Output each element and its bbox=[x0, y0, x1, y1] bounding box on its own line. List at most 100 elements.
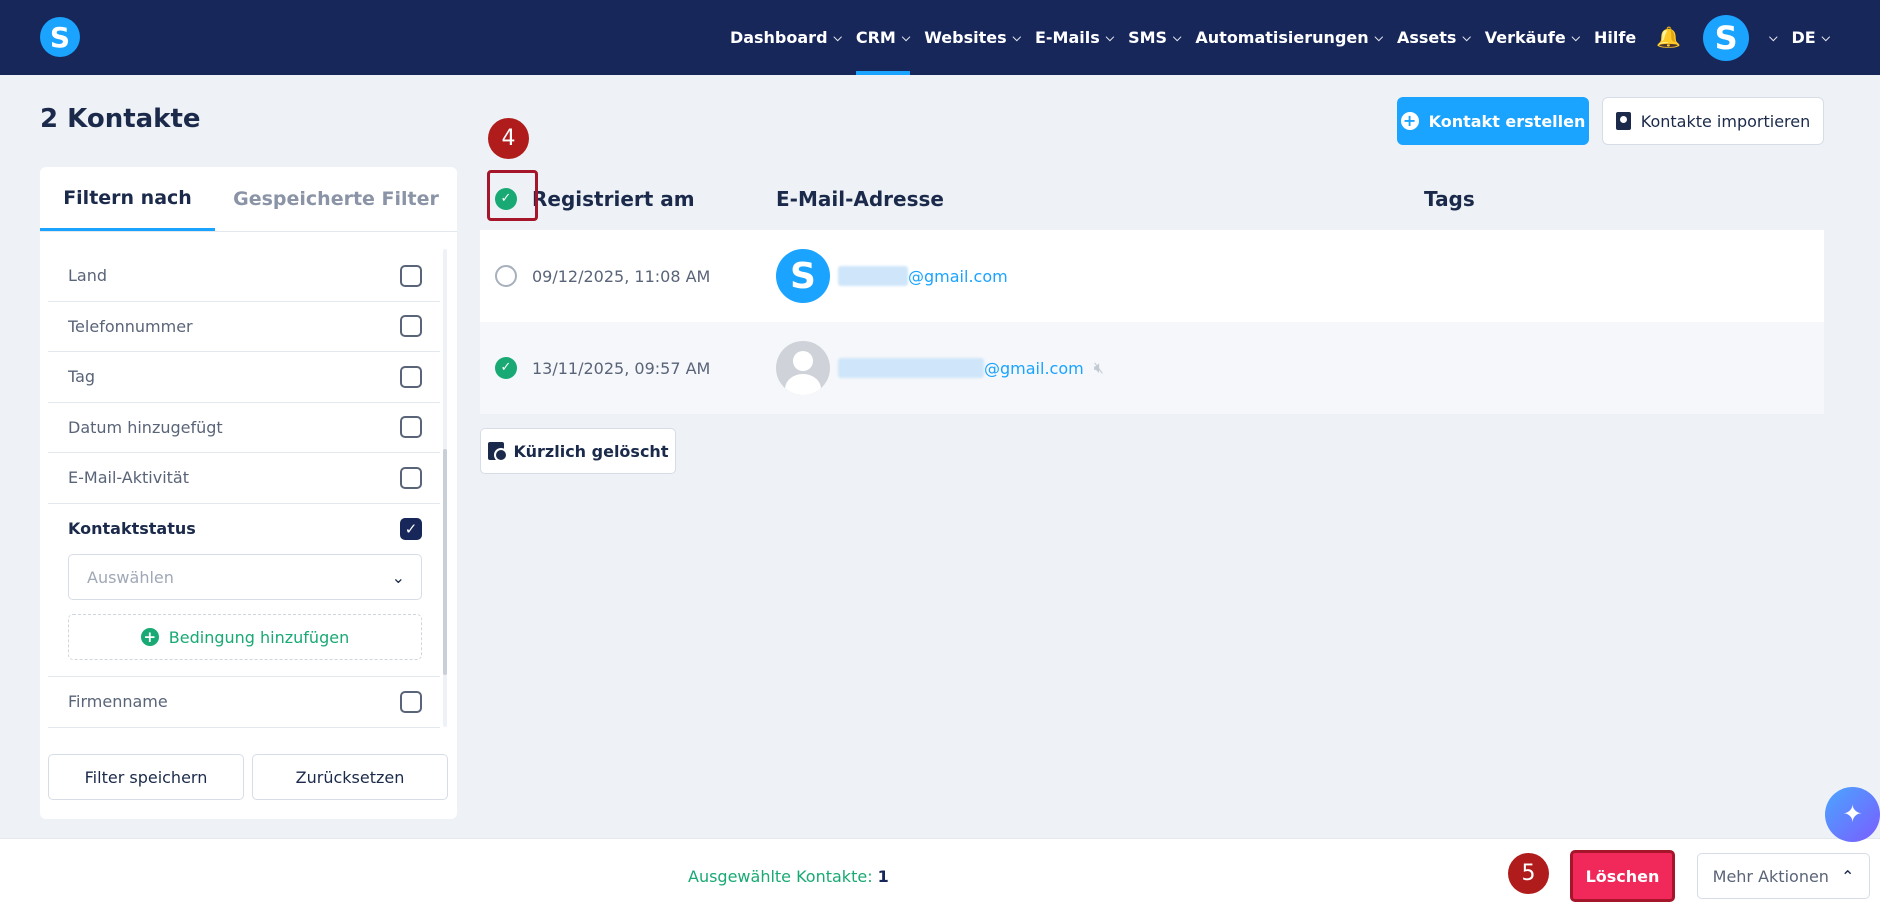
import-contacts-button[interactable]: Kontakte importieren bbox=[1602, 97, 1824, 145]
chevron-down-icon: ⌵ bbox=[1571, 30, 1581, 44]
row-select[interactable]: ✓ bbox=[480, 357, 532, 379]
selected-count: 1 bbox=[877, 867, 889, 886]
avatar-menu[interactable]: ⌵ bbox=[1763, 0, 1777, 75]
plus-circle-icon: + bbox=[1400, 112, 1419, 130]
chevron-down-icon: ⌵ bbox=[1462, 30, 1471, 44]
step-badge-5: 5 bbox=[1508, 853, 1549, 894]
muted-icon: 🔇︎ bbox=[1093, 358, 1104, 377]
checkbox[interactable] bbox=[400, 416, 422, 439]
add-condition-button[interactable]: + Bedingung hinzufügen bbox=[68, 614, 422, 660]
nav-label: Hilfe bbox=[1594, 28, 1637, 47]
contact-avatar: S bbox=[776, 249, 830, 303]
chevron-down-icon: ⌵ bbox=[1012, 30, 1021, 44]
redacted-email bbox=[838, 358, 984, 378]
nav-help[interactable]: Hilfe bbox=[1594, 0, 1636, 75]
status-select[interactable]: Auswählen ⌄ bbox=[68, 554, 422, 600]
nav-label: Dashboard bbox=[729, 28, 828, 47]
add-condition-label: Bedingung hinzufügen bbox=[168, 627, 350, 647]
nav-websites[interactable]: Websites ⌵ bbox=[924, 0, 1021, 75]
tab-saved-filters[interactable]: Gespeicherte Filter bbox=[215, 167, 457, 231]
delete-button[interactable]: Löschen bbox=[1570, 850, 1675, 902]
more-actions-label: Mehr Aktionen bbox=[1712, 866, 1829, 886]
registered-date: 13/11/2025, 09:57 AM bbox=[532, 358, 711, 378]
filter-scrollbar[interactable] bbox=[443, 249, 447, 727]
step-badge-4: 4 bbox=[488, 118, 529, 159]
select-all-highlight bbox=[487, 170, 538, 221]
column-registered[interactable]: Registriert am bbox=[532, 187, 776, 211]
check-circle-icon[interactable]: ✓ bbox=[495, 357, 517, 379]
email-domain[interactable]: @gmail.com bbox=[984, 359, 1084, 378]
recently-deleted-button[interactable]: Kürzlich gelöscht bbox=[480, 428, 676, 474]
nav-dashboard[interactable]: Dashboard ⌵ bbox=[730, 0, 842, 75]
filter-footer: Filter speichern Zurücksetzen bbox=[48, 754, 448, 800]
nav-automations[interactable]: Automatisierungen ⌵ bbox=[1195, 0, 1383, 75]
chevron-down-icon: ⌵ bbox=[901, 30, 911, 44]
chevron-down-icon: ⌵ bbox=[1105, 30, 1115, 44]
nav-emails[interactable]: E-Mails ⌵ bbox=[1035, 0, 1114, 75]
filter-label: Kontaktstatus bbox=[68, 519, 196, 539]
filter-item-phone[interactable]: Telefonnummer bbox=[48, 302, 440, 352]
filter-item-tag[interactable]: Tag bbox=[48, 352, 440, 403]
filter-item-country[interactable]: Land bbox=[48, 251, 440, 302]
email-cell[interactable]: S @gmail.com bbox=[776, 249, 1008, 303]
ai-assistant-button[interactable]: ✦ bbox=[1825, 787, 1880, 842]
nav-label: Verkäufe bbox=[1484, 28, 1566, 47]
reset-button[interactable]: Zurücksetzen bbox=[252, 754, 448, 800]
chevron-down-icon: ⌵ bbox=[1374, 30, 1383, 44]
nav-label: Assets bbox=[1396, 28, 1457, 47]
checkbox[interactable] bbox=[400, 264, 422, 287]
more-actions-button[interactable]: Mehr Aktionen ⌃ bbox=[1697, 853, 1870, 899]
nav-crm[interactable]: CRM ⌵ bbox=[855, 0, 911, 75]
row-select[interactable] bbox=[480, 265, 532, 287]
checkbox[interactable] bbox=[400, 365, 422, 388]
column-email[interactable]: E-Mail-Adresse bbox=[776, 187, 1424, 211]
nav-sales[interactable]: Verkäufe ⌵ bbox=[1485, 0, 1580, 75]
table-row[interactable]: ✓ 13/11/2025, 09:57 AM @gmail.com 🔇︎ bbox=[480, 322, 1824, 414]
filter-tabs: Filtern nach Gespeicherte Filter bbox=[40, 167, 457, 232]
main-nav: Dashboard ⌵ CRM ⌵ Websites ⌵ E-Mails ⌵ SMS ⌵ … bbox=[716, 0, 1830, 75]
create-contact-label: Kontakt erstellen bbox=[1428, 111, 1586, 131]
page-title: 2 Kontakte bbox=[40, 104, 201, 134]
checkbox-checked[interactable]: ✓ bbox=[400, 517, 422, 540]
scrollbar-thumb[interactable] bbox=[443, 449, 447, 675]
column-tags[interactable]: Tags bbox=[1424, 187, 1724, 211]
selected-label: Ausgewählte Kontakte: bbox=[688, 867, 873, 886]
filter-item-email-activity[interactable]: E-Mail-Aktivität bbox=[48, 453, 440, 504]
email-cell[interactable]: @gmail.com 🔇︎ bbox=[776, 341, 1104, 395]
language-label: DE bbox=[1791, 28, 1816, 47]
filter-item-company[interactable]: Firmenname bbox=[48, 677, 440, 728]
chevron-down-icon: ⌵ bbox=[1821, 30, 1830, 44]
filter-label: Land bbox=[68, 266, 108, 286]
app-logo[interactable]: S bbox=[40, 17, 80, 57]
filter-item-contact-status[interactable]: Kontaktstatus ✓ bbox=[48, 504, 440, 555]
filter-label: Tag bbox=[68, 367, 96, 387]
email-domain[interactable]: @gmail.com bbox=[908, 267, 1008, 286]
nav-label: Automatisierungen bbox=[1195, 28, 1369, 47]
bulk-action-bar: Ausgewählte Kontakte: 1 Löschen Mehr Akt… bbox=[0, 838, 1880, 911]
user-avatar[interactable]: S bbox=[1703, 14, 1750, 61]
top-navbar: S Dashboard ⌵ CRM ⌵ Websites ⌵ E-Mails ⌵ SMS… bbox=[0, 0, 1880, 75]
recently-deleted-label: Kürzlich gelöscht bbox=[513, 441, 669, 461]
filter-label: Firmenname bbox=[68, 692, 168, 712]
checkbox[interactable] bbox=[400, 466, 422, 489]
filter-panel: Filtern nach Gespeicherte Filter Land Te… bbox=[40, 167, 457, 819]
checkbox[interactable] bbox=[400, 690, 422, 713]
language-switcher[interactable]: DE ⌵ bbox=[1791, 0, 1830, 75]
nav-sms[interactable]: SMS ⌵ bbox=[1128, 0, 1181, 75]
nav-label: SMS bbox=[1128, 28, 1168, 47]
bell-icon[interactable]: 🔔 bbox=[1656, 25, 1681, 50]
contact-avatar bbox=[776, 341, 830, 395]
nav-assets[interactable]: Assets ⌵ bbox=[1397, 0, 1471, 75]
save-filter-button[interactable]: Filter speichern bbox=[48, 754, 244, 800]
table-row[interactable]: 09/12/2025, 11:08 AM S @gmail.com bbox=[480, 230, 1824, 322]
filter-item-date-added[interactable]: Datum hinzugefügt bbox=[48, 403, 440, 453]
select-placeholder: Auswählen bbox=[87, 567, 174, 587]
filter-label: Telefonnummer bbox=[68, 316, 193, 336]
chevron-down-icon: ⌵ bbox=[833, 30, 842, 44]
import-contacts-label: Kontakte importieren bbox=[1640, 111, 1811, 131]
redacted-email bbox=[838, 266, 908, 286]
radio-empty-icon[interactable] bbox=[495, 265, 517, 287]
tab-filter-by[interactable]: Filtern nach bbox=[40, 167, 215, 231]
create-contact-button[interactable]: + Kontakt erstellen bbox=[1397, 97, 1589, 145]
checkbox[interactable] bbox=[400, 315, 422, 338]
